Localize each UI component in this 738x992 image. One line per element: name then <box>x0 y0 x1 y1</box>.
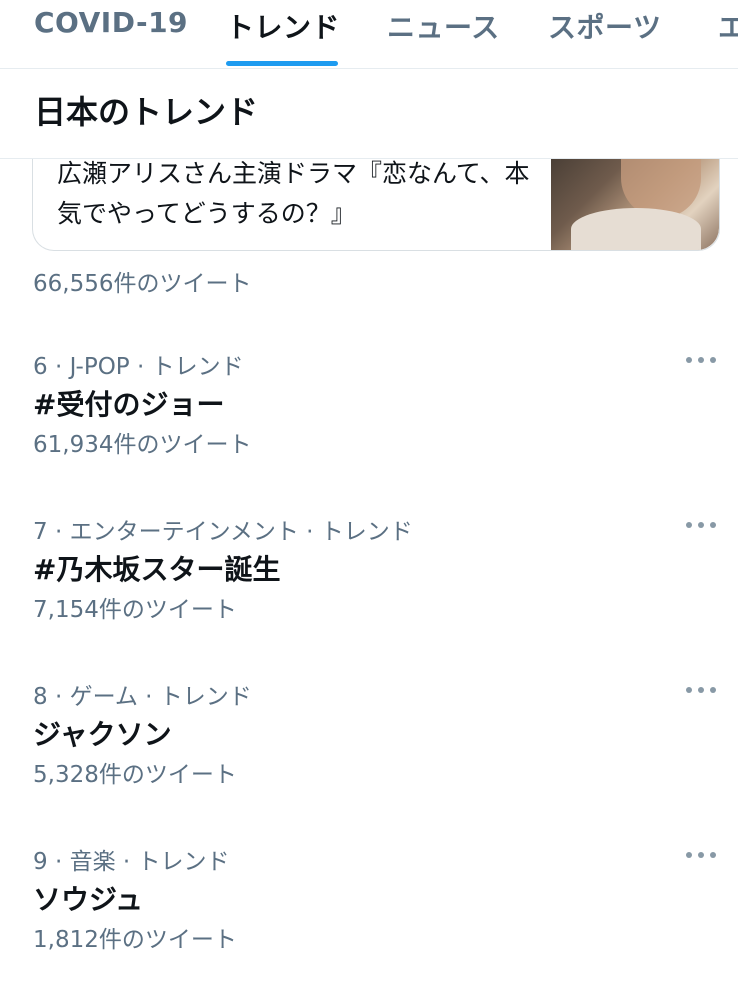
trend-meta: 9 · 音楽 · トレンド <box>33 849 230 875</box>
card-thumbnail <box>551 158 719 250</box>
trend-name[interactable]: #受付のジョー <box>33 383 224 423</box>
tab-covid19[interactable]: COVID-19 <box>34 6 188 39</box>
trend-meta: 7 · エンターテインメント · トレンド <box>33 519 413 545</box>
trend-name[interactable]: #乃木坂スター誕生 <box>33 548 280 588</box>
tab-trends[interactable]: トレンド <box>226 6 340 46</box>
trend-item[interactable]: 6 · J-POP · トレンド #受付のジョー 61,934件のツイート <box>0 347 738 497</box>
trend-tweet-count: 66,556件のツイート <box>33 271 252 297</box>
tab-sports[interactable]: スポーツ <box>548 6 661 46</box>
trend-item[interactable]: 8 · ゲーム · トレンド ジャクソン 5,328件のツイート <box>0 677 738 827</box>
more-horizontal-icon[interactable] <box>686 520 716 530</box>
active-tab-indicator <box>226 61 338 66</box>
tab-news[interactable]: ニュース <box>387 6 500 46</box>
trend-tweet-count: 7,154件のツイート <box>33 597 237 623</box>
trend-tweet-count: 5,328件のツイート <box>33 762 237 788</box>
more-horizontal-icon[interactable] <box>686 850 716 860</box>
trend-meta: 6 · J-POP · トレンド <box>33 354 244 380</box>
tab-bar: COVID-19 トレンド ニュース スポーツ エ <box>0 0 738 69</box>
trend-item[interactable]: 9 · 音楽 · トレンド ソウジュ 1,812件のツイート <box>0 842 738 992</box>
more-horizontal-icon[interactable] <box>686 355 716 365</box>
trend-name[interactable]: ジャクソン <box>33 713 172 753</box>
trend-tweet-count: 61,934件のツイート <box>33 432 252 458</box>
tab-entertainment[interactable]: エ <box>718 6 738 46</box>
section-divider <box>0 158 738 159</box>
thumbnail-shirt <box>571 208 701 250</box>
more-horizontal-icon[interactable] <box>686 685 716 695</box>
trend-tweet-count: 1,812件のツイート <box>33 927 237 953</box>
section-title: 日本のトレンド <box>0 80 738 158</box>
trend-name[interactable]: ソウジュ <box>33 878 143 918</box>
trend-item[interactable]: 7 · エンターテインメント · トレンド #乃木坂スター誕生 7,154件のツ… <box>0 512 738 662</box>
card-headline: 広瀬アリスさん主演ドラマ『恋なんて、本気でやってどうするの？』 <box>57 159 530 228</box>
trend-meta: 8 · ゲーム · トレンド <box>33 684 252 710</box>
